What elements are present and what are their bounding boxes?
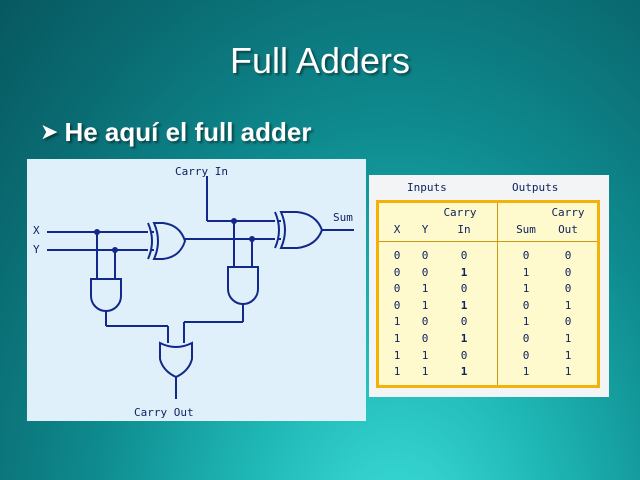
table-cell: 1 xyxy=(522,315,530,329)
label-x: X xyxy=(33,224,40,237)
table-cell: 0 xyxy=(393,265,401,279)
junction-dot-cin xyxy=(231,218,237,224)
table-cell: 0 xyxy=(460,315,468,329)
table-cell: 1 xyxy=(421,298,429,312)
xor-gate-2 xyxy=(274,211,324,249)
table-cell: 0 xyxy=(393,249,401,262)
table-cell: 1 xyxy=(421,365,429,379)
table-cell: 1 xyxy=(393,315,401,329)
table-cell: 0 xyxy=(522,249,530,262)
table-cell: 0 xyxy=(522,298,530,312)
column-header: In xyxy=(457,223,471,236)
table-cell: 1 xyxy=(460,365,468,379)
column-header: Sum xyxy=(516,223,536,236)
table-cell: 1 xyxy=(522,265,530,279)
junction-dot-x xyxy=(94,229,100,235)
column-header-top: Carry xyxy=(551,206,585,219)
table-cell: 1 xyxy=(564,298,572,312)
table-cell: 0 xyxy=(522,332,530,345)
table-divider-horizontal xyxy=(379,241,597,242)
column-header: Out xyxy=(558,223,578,236)
junction-dot-xor1 xyxy=(249,236,255,242)
table-cell: 0 xyxy=(460,282,468,296)
circuit-svg: X Y Carry In Sum Carry Out xyxy=(33,165,354,419)
junction-dot-y xyxy=(112,247,118,253)
table-cell: 1 xyxy=(522,282,530,296)
label-carry-in: Carry In xyxy=(175,165,228,178)
bullet-text: He aquí el full adder xyxy=(64,116,312,147)
truth-table: Carry Carry X Y In Sum Out 0 0 0 0 0 0 0 1 1 0 0 1 0… xyxy=(376,200,600,388)
table-divider-vertical xyxy=(497,203,498,385)
table-cell: 1 xyxy=(421,348,429,362)
column-header: X xyxy=(393,223,401,236)
table-cell: 0 xyxy=(564,265,572,279)
table-cell: 0 xyxy=(564,315,572,329)
inputs-group-header: Inputs xyxy=(407,181,447,194)
table-cell: 1 xyxy=(393,348,401,362)
truth-table-panel: Inputs Outputs Carry Carry X Y In Sum Ou… xyxy=(369,175,609,397)
label-y: Y xyxy=(33,243,40,256)
outputs-group-header: Outputs xyxy=(512,181,559,194)
table-cell: 1 xyxy=(393,332,401,345)
and-gate-2 xyxy=(227,266,259,305)
table-cell: 0 xyxy=(522,348,530,362)
table-cell: 0 xyxy=(421,249,429,262)
slide-title: Full Adders xyxy=(229,40,411,81)
bullet-point: ➤ He aquí el full adder xyxy=(40,114,312,150)
table-cell: 0 xyxy=(460,348,468,362)
table-cell: 0 xyxy=(393,282,401,296)
table-cell: 0 xyxy=(460,249,468,262)
table-cell: 1 xyxy=(421,282,429,296)
table-cell: 0 xyxy=(393,298,401,312)
table-cell: 0 xyxy=(564,282,572,296)
table-cell: 0 xyxy=(421,265,429,279)
table-cell: 1 xyxy=(460,265,468,279)
table-cell: 0 xyxy=(564,249,572,262)
arrowhead-bullet-icon: ➤ xyxy=(40,119,59,144)
table-cell: 1 xyxy=(564,348,572,362)
table-cell: 0 xyxy=(421,332,429,345)
full-adder-circuit-diagram: X Y Carry In Sum Carry Out xyxy=(27,159,366,421)
table-cell: 1 xyxy=(460,298,468,312)
table-cell: 1 xyxy=(564,332,572,345)
xor-gate-1 xyxy=(147,222,187,260)
column-header: Y xyxy=(421,223,429,236)
table-cell: 1 xyxy=(564,365,572,379)
label-sum: Sum xyxy=(333,211,353,224)
label-carry-out: Carry Out xyxy=(134,406,194,419)
table-cell: 1 xyxy=(522,365,530,379)
table-cell: 0 xyxy=(421,315,429,329)
table-cell: 1 xyxy=(460,332,468,345)
column-header-top: Carry xyxy=(443,206,477,219)
table-cell: 1 xyxy=(393,365,401,379)
and-gate-1 xyxy=(90,278,122,312)
or-gate xyxy=(159,341,193,379)
